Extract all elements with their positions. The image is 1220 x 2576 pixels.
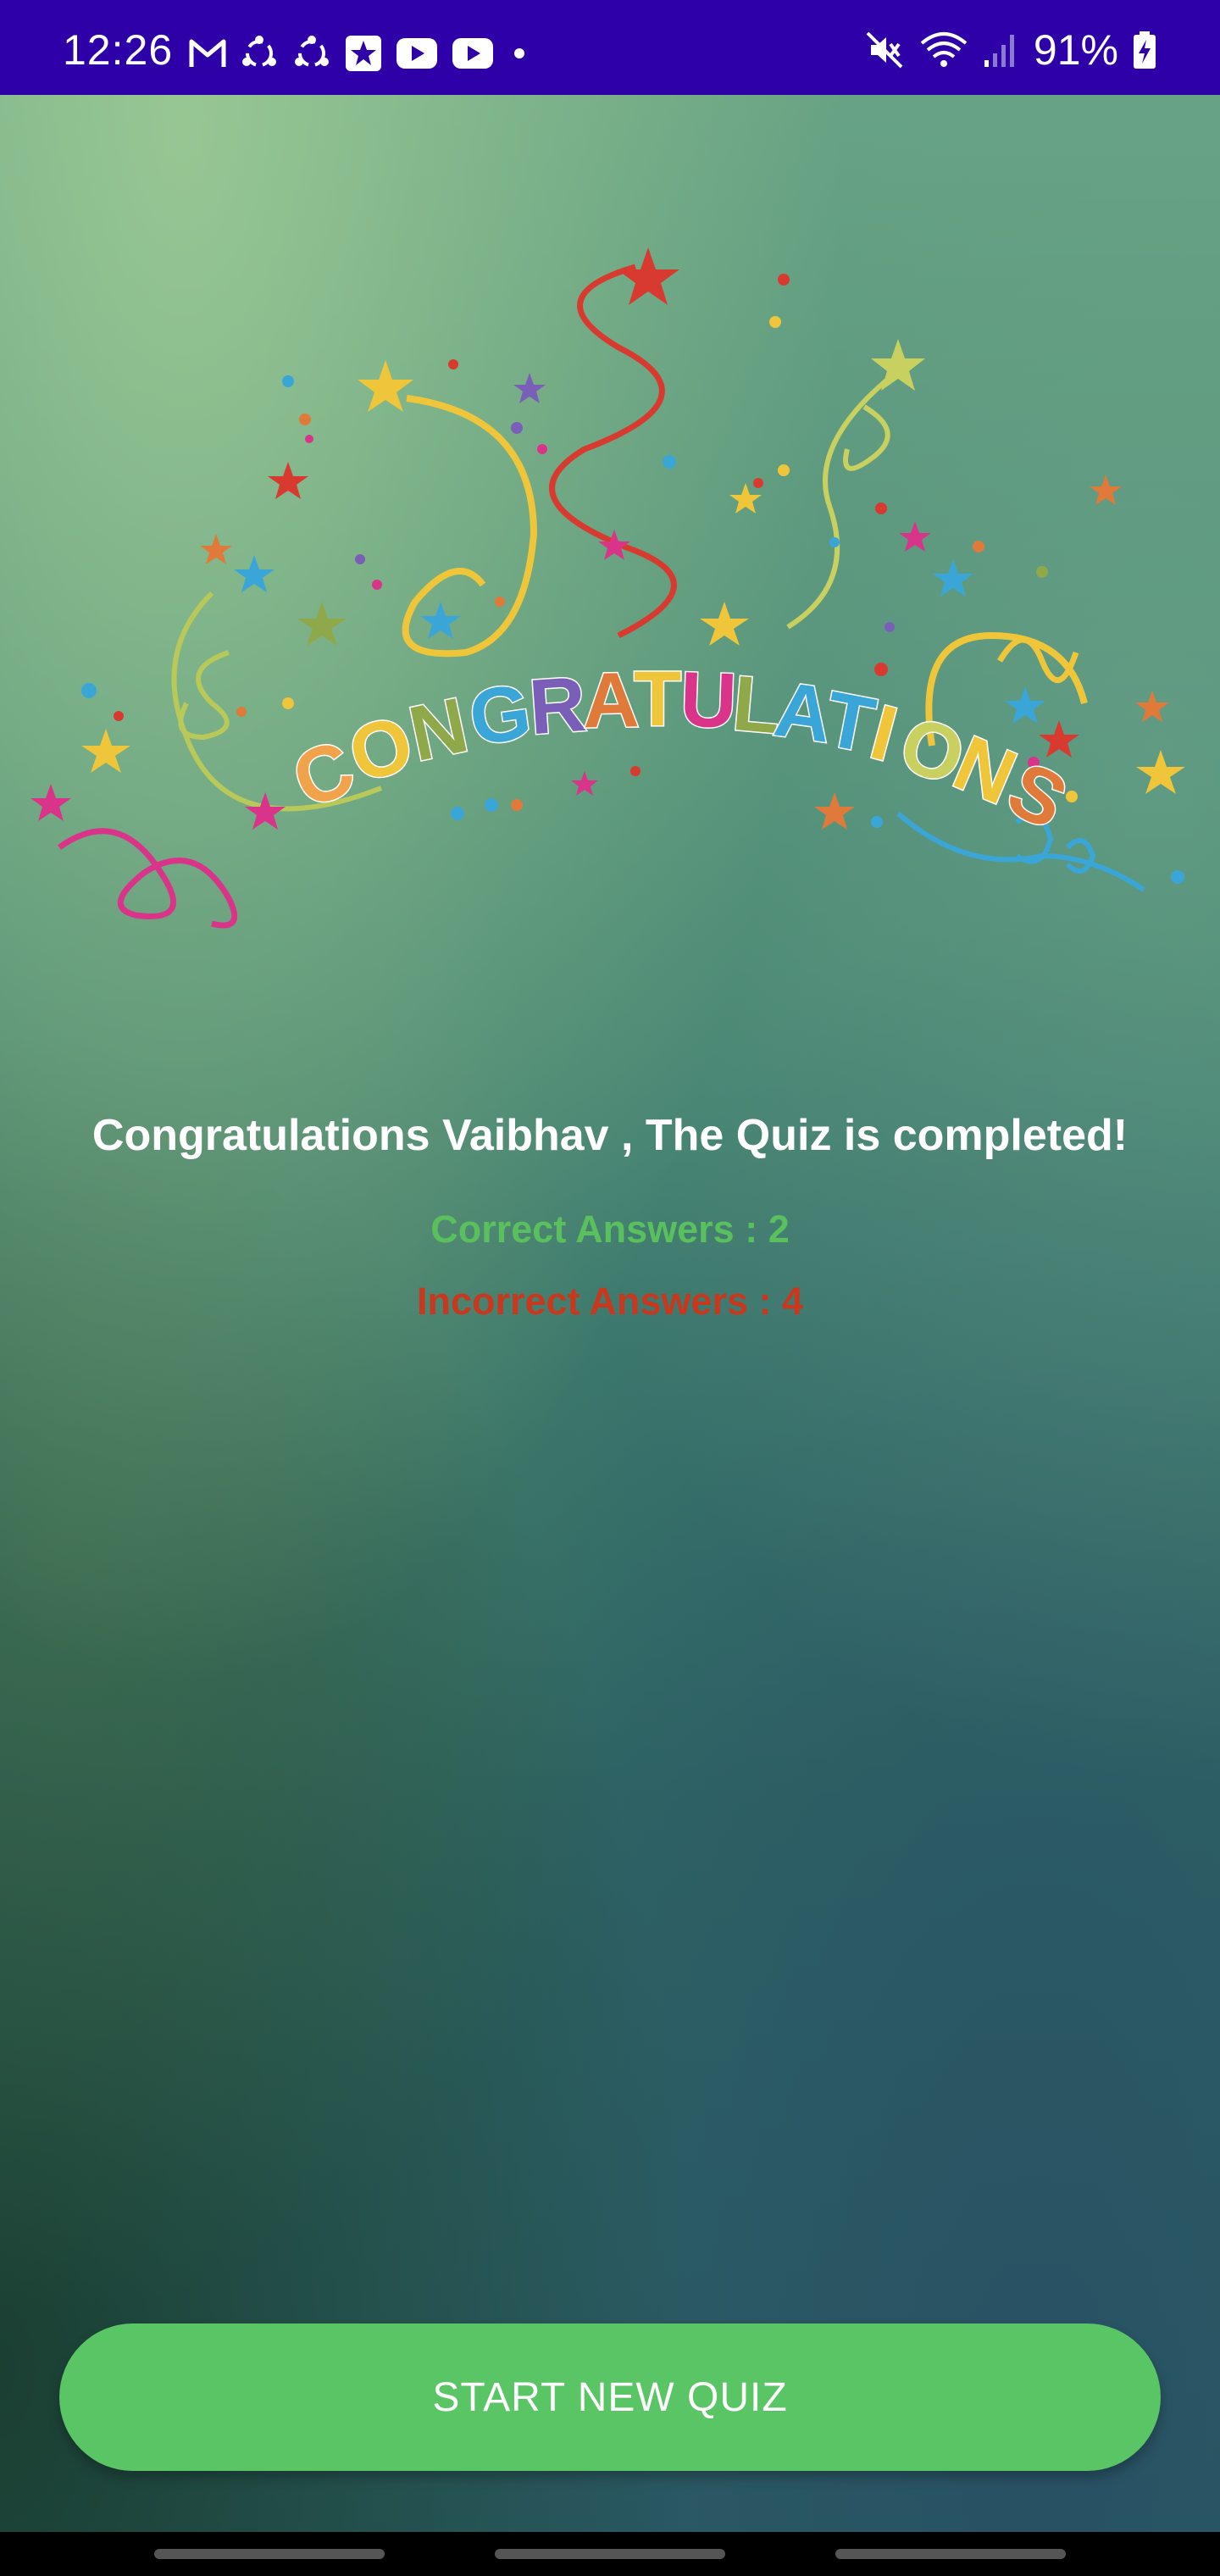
star-icon	[81, 729, 130, 773]
streamer-green-right	[786, 362, 908, 630]
status-time: 12:26	[63, 26, 174, 74]
notification-icons	[188, 34, 532, 73]
streamer-pink	[57, 828, 238, 929]
star-icon	[899, 521, 931, 552]
youtube-icon	[451, 36, 495, 70]
star-icon	[234, 555, 274, 592]
battery-icon	[1132, 30, 1157, 70]
incorrect-answers: Incorrect Answers : 4	[417, 1280, 803, 1323]
star-icon	[1135, 691, 1169, 722]
star-icon	[358, 360, 413, 412]
star-icon	[200, 534, 232, 564]
congratulations-lettering: C O N G R A T U L A T I O N S	[280, 655, 1081, 848]
nav-recent-apps-button[interactable]	[154, 2549, 385, 2559]
star-icon	[1090, 475, 1122, 505]
star-icon	[617, 247, 679, 305]
streamer-yellow	[402, 395, 538, 658]
congratulations-banner: C O N G R A T U L A T I O N S	[30, 247, 1185, 929]
correct-answers: Correct Answers : 2	[430, 1208, 790, 1251]
signal-icon	[983, 30, 1020, 70]
svg-text:G: G	[464, 668, 536, 762]
svg-text:T: T	[634, 656, 681, 742]
dot-icon	[507, 36, 532, 70]
star-icon	[420, 602, 461, 639]
star-icon	[871, 339, 925, 391]
nav-home-button[interactable]	[495, 2549, 725, 2559]
star-icon	[245, 792, 286, 830]
quiz-result-screen: 12:26 91% C O N G R A T U L A T I O N S …	[0, 0, 1220, 2576]
youtube-icon	[395, 36, 439, 70]
star-icon	[268, 462, 308, 499]
navigation-bar	[0, 2532, 1220, 2576]
sync-icon	[239, 35, 280, 72]
star-icon	[700, 602, 749, 646]
app-star-icon	[344, 34, 383, 73]
star-icon	[30, 784, 71, 821]
mute-icon	[864, 30, 905, 70]
star-icon	[1136, 750, 1185, 794]
nav-back-button[interactable]	[835, 2549, 1066, 2559]
star-icon	[814, 792, 855, 830]
svg-text:R: R	[526, 661, 588, 751]
star-icon	[571, 771, 598, 796]
system-icons: 91%	[864, 25, 1157, 75]
gmail-icon	[188, 36, 227, 70]
star-icon	[297, 602, 347, 646]
star-icon	[513, 373, 546, 403]
status-bar: 12:26 91%	[0, 0, 1220, 95]
svg-text:A: A	[582, 657, 640, 744]
completion-message: Congratulations Vaibhav , The Quiz is co…	[92, 1111, 1128, 1160]
start-new-quiz-button[interactable]: START NEW QUIZ	[59, 2323, 1161, 2471]
star-icon	[1005, 686, 1045, 724]
streamer-red	[549, 264, 677, 639]
svg-text:U: U	[679, 656, 738, 744]
star-icon	[933, 559, 973, 597]
wifi-icon	[918, 30, 969, 70]
sync-icon	[291, 35, 332, 72]
battery-percentage: 91%	[1033, 26, 1118, 74]
streamer-loop-left	[178, 650, 230, 741]
